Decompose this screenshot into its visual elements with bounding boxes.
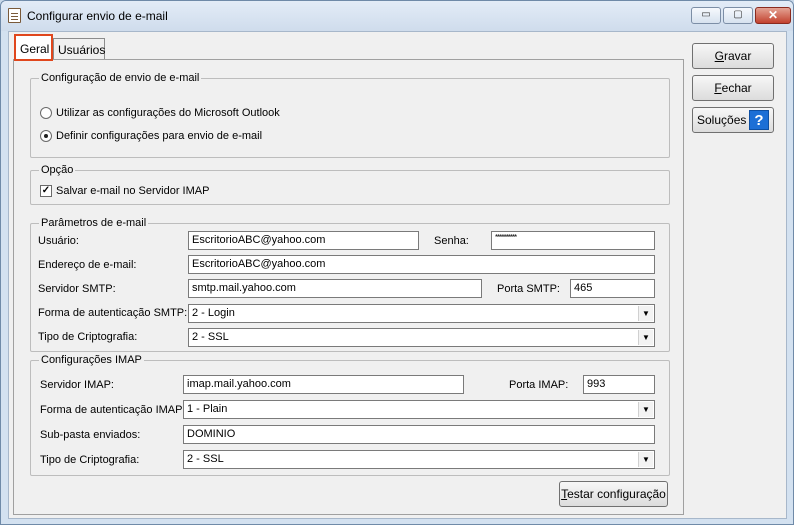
gravar-mnemonic: G	[714, 49, 724, 63]
fechar-button[interactable]: Fechar	[692, 75, 774, 101]
imap-servidor-input[interactable]: imap.mail.yahoo.com	[183, 375, 464, 394]
subpasta-label: Sub-pasta enviados:	[40, 429, 141, 441]
auth-smtp-value: 2 - Login	[192, 307, 235, 319]
imap-auth-select[interactable]: 1 - Plain ▼	[183, 400, 655, 419]
endereco-input[interactable]: EscritorioABC@yahoo.com	[188, 255, 655, 274]
tab-geral[interactable]: Geral	[14, 34, 53, 61]
porta-smtp-input[interactable]: 465	[570, 279, 655, 298]
fechar-mnemonic: F	[714, 81, 722, 95]
usuario-input[interactable]: EscritorioABC@yahoo.com	[188, 231, 419, 250]
smtp-label: Servidor SMTP:	[38, 283, 116, 295]
parametros-legend: Parâmetros de e-mail	[41, 217, 147, 229]
minimize-button[interactable]: ▭	[691, 7, 721, 24]
radio-outlook-label[interactable]: Utilizar as configurações do Microsoft O…	[56, 107, 280, 119]
subpasta-input[interactable]: DOMINIO	[183, 425, 655, 444]
chevron-down-icon[interactable]: ▼	[638, 402, 653, 417]
senha-label: Senha:	[434, 235, 469, 247]
imap-porta-input[interactable]: 993	[583, 375, 655, 394]
porta-smtp-label: Porta SMTP:	[497, 283, 560, 295]
solucoes-label: Soluções	[697, 113, 747, 127]
imap-servidor-label: Servidor IMAP:	[40, 379, 114, 391]
window-title: Configurar envio de e-mail	[27, 9, 168, 23]
tab-panel-geral: Configuração de envio de e-mail Utilizar…	[13, 59, 684, 515]
cripto-smtp-value: 2 - SSL	[192, 331, 229, 343]
salvar-imap-checkbox[interactable]: ✓	[40, 185, 52, 197]
dialog-window: Configurar envio de e-mail ▭ ▢ ✕ Geral U…	[0, 0, 794, 525]
opcao-legend: Opção	[41, 164, 74, 176]
chevron-down-icon[interactable]: ▼	[638, 330, 653, 345]
tab-usuarios[interactable]: Usuários	[53, 38, 105, 60]
radio-outlook[interactable]	[40, 107, 52, 119]
senha-input[interactable]: **********	[491, 231, 655, 250]
close-button[interactable]: ✕	[755, 7, 791, 24]
cripto-smtp-select[interactable]: 2 - SSL ▼	[188, 328, 655, 347]
testar-label: estar configuração	[567, 487, 666, 501]
document-icon	[8, 8, 21, 23]
help-icon: ?	[749, 110, 769, 130]
imap-auth-label: Forma de autenticação IMAP:	[40, 404, 186, 416]
fechar-label: echar	[721, 81, 752, 95]
cripto-smtp-label: Tipo de Criptografia:	[38, 331, 138, 343]
imap-cripto-value: 2 - SSL	[187, 453, 224, 465]
imap-porta-label: Porta IMAP:	[509, 379, 569, 391]
imap-cripto-select[interactable]: 2 - SSL ▼	[183, 450, 655, 469]
solucoes-button[interactable]: Soluções ?	[692, 107, 774, 133]
auth-smtp-label: Forma de autenticação SMTP:	[38, 307, 188, 319]
chevron-down-icon[interactable]: ▼	[638, 306, 653, 321]
smtp-input[interactable]: smtp.mail.yahoo.com	[188, 279, 482, 298]
salvar-imap-label[interactable]: Salvar e-mail no Servidor IMAP	[56, 185, 209, 197]
envio-legend: Configuração de envio de e-mail	[41, 72, 200, 84]
gravar-button[interactable]: Gravar	[692, 43, 774, 69]
auth-smtp-select[interactable]: 2 - Login ▼	[188, 304, 655, 323]
dialog-client-area: Geral Usuários Configuração de envio de …	[8, 31, 787, 519]
imap-legend: Configurações IMAP	[41, 354, 142, 366]
imap-cripto-label: Tipo de Criptografia:	[40, 454, 140, 466]
chevron-down-icon[interactable]: ▼	[638, 452, 653, 467]
endereco-label: Endereço de e-mail:	[38, 259, 137, 271]
title-bar[interactable]: Configurar envio de e-mail ▭ ▢ ✕	[1, 1, 793, 31]
usuario-label: Usuário:	[38, 235, 79, 247]
radio-definir[interactable]	[40, 130, 52, 142]
imap-auth-value: 1 - Plain	[187, 403, 228, 415]
maximize-button[interactable]: ▢	[723, 7, 753, 24]
radio-definir-label[interactable]: Definir configurações para envio de e-ma…	[56, 130, 262, 142]
testar-configuracao-button[interactable]: Testar configuração	[559, 481, 668, 507]
gravar-label: ravar	[724, 49, 752, 63]
